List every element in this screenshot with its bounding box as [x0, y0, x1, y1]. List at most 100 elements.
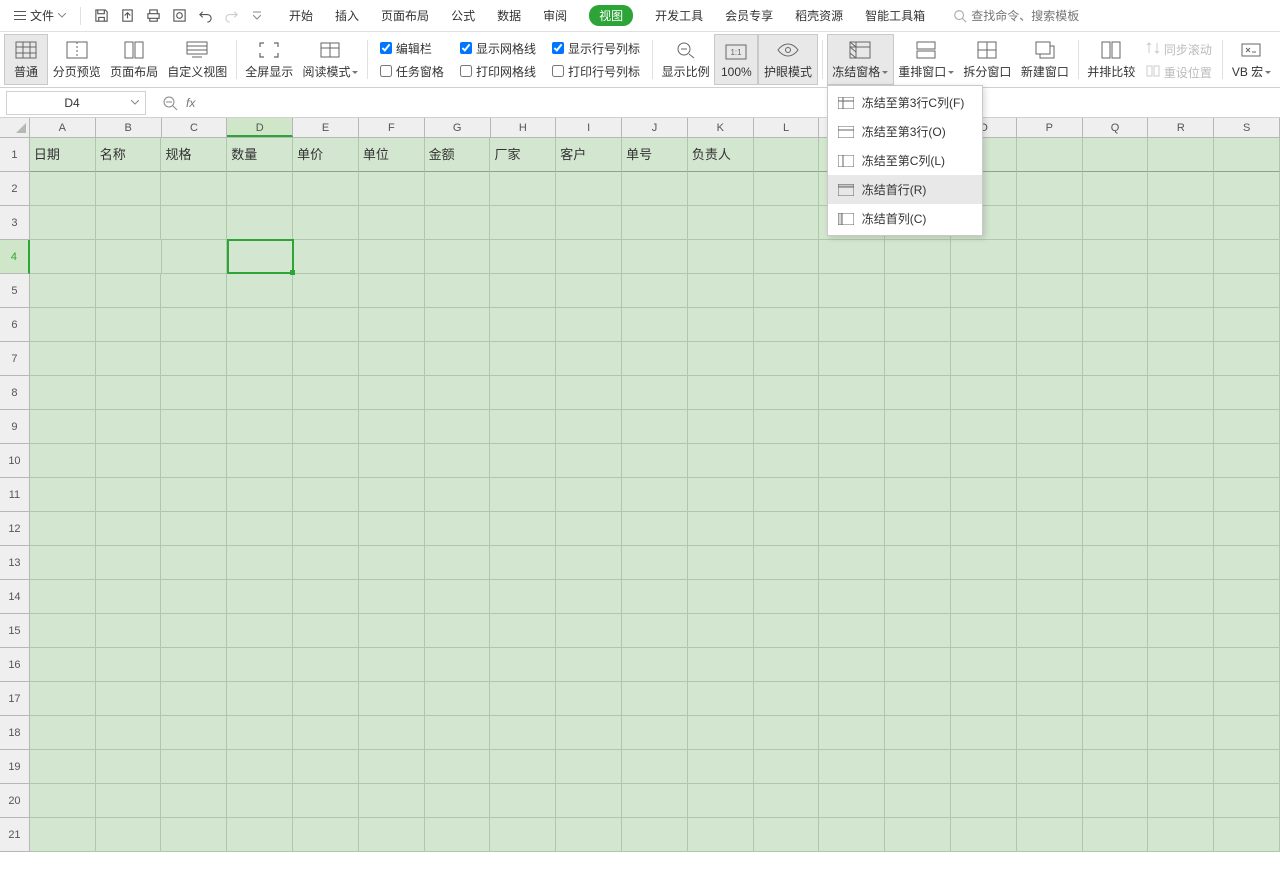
cell[interactable]	[1148, 240, 1214, 274]
cell[interactable]	[1017, 784, 1083, 818]
cell[interactable]	[1214, 206, 1280, 240]
cell[interactable]	[161, 342, 227, 376]
cell[interactable]	[227, 682, 293, 716]
row-header[interactable]: 16	[0, 648, 30, 682]
row-header[interactable]: 12	[0, 512, 30, 546]
cell[interactable]	[30, 274, 96, 308]
cell[interactable]	[425, 478, 491, 512]
cell[interactable]	[1083, 444, 1149, 478]
cell[interactable]	[951, 682, 1017, 716]
cell[interactable]	[490, 648, 556, 682]
cell[interactable]	[359, 546, 425, 580]
cell[interactable]	[622, 274, 688, 308]
cell[interactable]	[951, 342, 1017, 376]
cell[interactable]	[425, 716, 491, 750]
cell[interactable]	[490, 206, 556, 240]
cell[interactable]	[293, 682, 359, 716]
cell[interactable]	[819, 580, 885, 614]
cell[interactable]	[819, 784, 885, 818]
cell[interactable]	[1017, 240, 1083, 274]
cell[interactable]	[819, 614, 885, 648]
cell[interactable]	[1214, 580, 1280, 614]
formula-input[interactable]	[203, 92, 1270, 114]
cell[interactable]	[30, 240, 96, 274]
cell[interactable]	[556, 444, 622, 478]
cell[interactable]	[1214, 308, 1280, 342]
cell[interactable]: 规格	[161, 138, 227, 172]
cell[interactable]	[951, 818, 1017, 852]
cell[interactable]	[161, 308, 227, 342]
cell[interactable]	[1148, 444, 1214, 478]
cell[interactable]	[30, 444, 96, 478]
cell[interactable]	[754, 750, 820, 784]
cell[interactable]	[227, 546, 293, 580]
cell[interactable]	[1148, 512, 1214, 546]
cell[interactable]	[885, 580, 951, 614]
cell[interactable]	[885, 546, 951, 580]
cell[interactable]	[754, 138, 820, 172]
cell[interactable]	[885, 716, 951, 750]
cell[interactable]	[30, 206, 96, 240]
cell[interactable]	[1083, 206, 1149, 240]
cell[interactable]	[754, 648, 820, 682]
cell[interactable]	[1083, 478, 1149, 512]
cell[interactable]	[1083, 614, 1149, 648]
cell[interactable]	[1083, 308, 1149, 342]
row-header[interactable]: 10	[0, 444, 30, 478]
cell[interactable]	[754, 172, 820, 206]
cell[interactable]	[951, 308, 1017, 342]
cell[interactable]	[1017, 410, 1083, 444]
cell[interactable]	[1017, 682, 1083, 716]
row-header[interactable]: 1	[0, 138, 30, 172]
cell[interactable]	[293, 308, 359, 342]
cell[interactable]	[1148, 138, 1214, 172]
cell[interactable]	[30, 308, 96, 342]
cell[interactable]	[161, 546, 227, 580]
cell[interactable]	[490, 716, 556, 750]
redo-icon[interactable]	[219, 4, 243, 28]
cell[interactable]	[490, 410, 556, 444]
cell[interactable]	[885, 478, 951, 512]
cell[interactable]	[359, 206, 425, 240]
cell[interactable]	[754, 478, 820, 512]
cell[interactable]	[688, 512, 754, 546]
menu-tab-8[interactable]: 会员专享	[725, 3, 773, 28]
cell[interactable]	[688, 308, 754, 342]
cell[interactable]	[161, 512, 227, 546]
cell[interactable]	[425, 444, 491, 478]
cell[interactable]	[556, 308, 622, 342]
cell[interactable]	[161, 818, 227, 852]
row-header[interactable]: 14	[0, 580, 30, 614]
cell[interactable]	[688, 410, 754, 444]
cell[interactable]: 单号	[622, 138, 688, 172]
cell[interactable]	[556, 172, 622, 206]
cell[interactable]	[951, 580, 1017, 614]
cell[interactable]	[359, 342, 425, 376]
cell[interactable]	[96, 410, 162, 444]
cell[interactable]	[1017, 342, 1083, 376]
cell[interactable]	[885, 614, 951, 648]
cell[interactable]	[96, 546, 162, 580]
cell[interactable]	[96, 478, 162, 512]
cell[interactable]	[425, 410, 491, 444]
cell[interactable]	[490, 512, 556, 546]
cell[interactable]	[754, 512, 820, 546]
command-search[interactable]	[953, 9, 1111, 23]
name-box[interactable]: D4	[6, 91, 146, 115]
cell[interactable]	[622, 240, 688, 274]
cell[interactable]	[622, 818, 688, 852]
cell[interactable]	[754, 342, 820, 376]
cell[interactable]	[556, 682, 622, 716]
cell[interactable]	[359, 172, 425, 206]
cell[interactable]	[359, 818, 425, 852]
cell[interactable]	[1214, 614, 1280, 648]
cell[interactable]	[754, 682, 820, 716]
col-header[interactable]: P	[1017, 118, 1083, 137]
col-header[interactable]: G	[425, 118, 491, 137]
cell[interactable]	[688, 750, 754, 784]
cell[interactable]	[622, 172, 688, 206]
cell[interactable]	[1148, 376, 1214, 410]
cell[interactable]	[951, 648, 1017, 682]
print-icon[interactable]	[141, 4, 165, 28]
undo-icon[interactable]	[193, 4, 217, 28]
